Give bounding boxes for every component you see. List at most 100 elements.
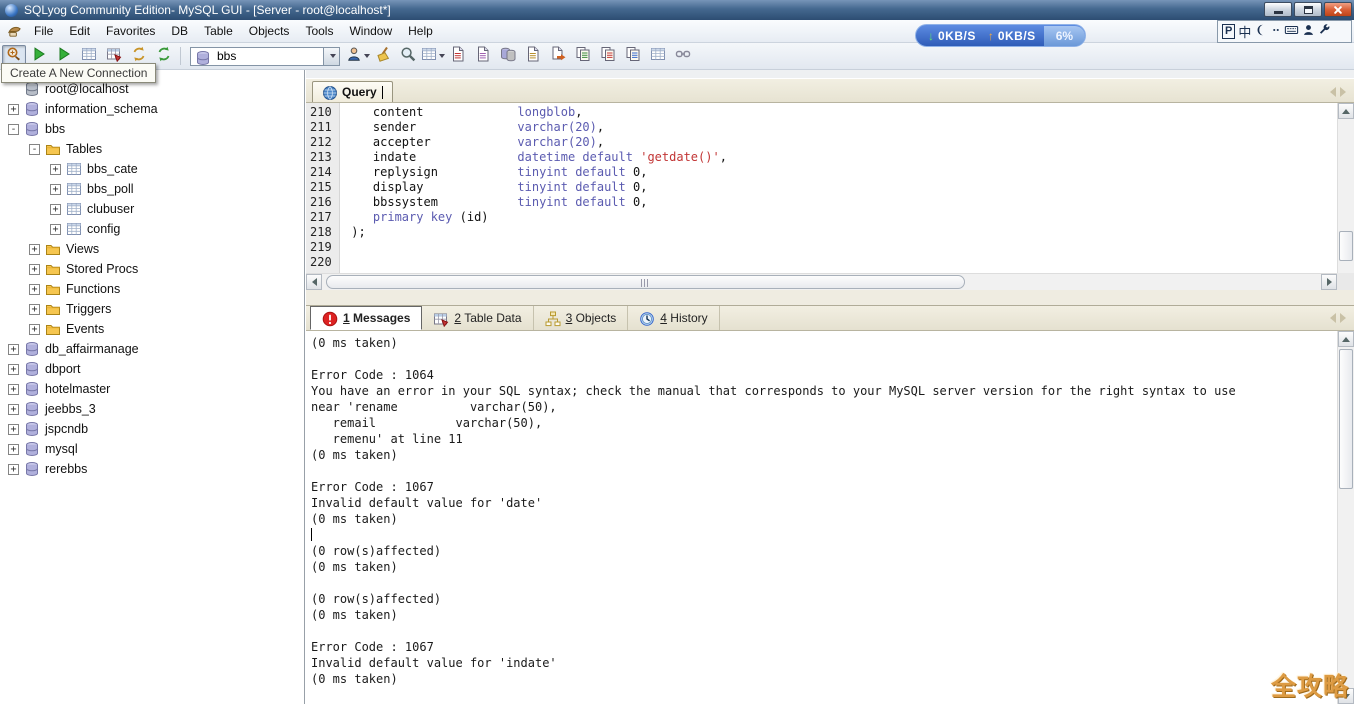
tree-item-events[interactable]: +Events — [0, 319, 304, 339]
expand-icon[interactable]: + — [29, 284, 40, 295]
tree-item-db-affairmanage[interactable]: +db_affairmanage — [0, 339, 304, 359]
schema-sync-button[interactable] — [546, 45, 570, 67]
expand-icon[interactable]: + — [50, 164, 61, 175]
messages-output[interactable]: (0 ms taken)Error Code : 1064You have an… — [306, 331, 1337, 704]
minimize-button[interactable] — [1264, 2, 1292, 17]
tree-item-information-schema[interactable]: +information_schema — [0, 99, 304, 119]
tree-item-bbs[interactable]: -bbs — [0, 119, 304, 139]
tree-item-dbport[interactable]: +dbport — [0, 359, 304, 379]
query-builder-button[interactable] — [396, 45, 420, 67]
wrench-icon[interactable] — [1318, 23, 1331, 40]
pinyin-indicator-icon[interactable]: P — [1222, 24, 1235, 39]
tab-history[interactable]: 4 History — [628, 306, 719, 330]
editor-hscroll-thumb[interactable] — [326, 275, 965, 289]
menu-favorites[interactable]: Favorites — [98, 21, 163, 41]
scroll-left-button[interactable] — [306, 274, 322, 290]
expand-icon[interactable]: + — [29, 244, 40, 255]
foreign-key-relations-button[interactable] — [671, 45, 695, 67]
tree-item-jspcndb[interactable]: +jspcndb — [0, 419, 304, 439]
expand-icon[interactable]: + — [50, 224, 61, 235]
expand-icon[interactable]: + — [8, 384, 19, 395]
expand-icon[interactable]: + — [8, 344, 19, 355]
messages-vscroll-thumb[interactable] — [1339, 349, 1353, 489]
maximize-button[interactable] — [1294, 2, 1322, 17]
menu-edit[interactable]: Edit — [61, 21, 98, 41]
menu-db[interactable]: DB — [163, 21, 196, 41]
scroll-result-tabs-left-icon[interactable] — [1330, 313, 1336, 323]
tree-item-stored-procs[interactable]: +Stored Procs — [0, 259, 304, 279]
tree-item-bbs-cate[interactable]: +bbs_cate — [0, 159, 304, 179]
tab-scroll-arrows[interactable] — [1330, 87, 1346, 97]
tree-item-clubuser[interactable]: +clubuser — [0, 199, 304, 219]
soft-keyboard-icon[interactable] — [1284, 23, 1299, 40]
object-browser-tree[interactable]: root@localhost+information_schema-bbs-Ta… — [0, 70, 305, 704]
backup-database-button[interactable] — [521, 45, 545, 67]
expand-icon[interactable]: + — [29, 304, 40, 315]
scroll-right-button[interactable] — [1321, 274, 1337, 290]
tree-item-tables[interactable]: -Tables — [0, 139, 304, 159]
tree-item-triggers[interactable]: +Triggers — [0, 299, 304, 319]
editor-horizontal-scrollbar[interactable] — [306, 273, 1337, 290]
messages-vertical-scrollbar[interactable] — [1337, 331, 1354, 704]
user-icon[interactable] — [1302, 23, 1315, 40]
copy-database-button[interactable] — [496, 45, 520, 67]
tab-table-data[interactable]: 2 Table Data — [422, 306, 533, 330]
collapse-icon[interactable]: - — [29, 144, 40, 155]
flush-tools-button[interactable] — [371, 45, 395, 67]
tree-item-functions[interactable]: +Functions — [0, 279, 304, 299]
expand-icon[interactable]: + — [8, 464, 19, 475]
tree-item-jeebbs-3[interactable]: +jeebbs_3 — [0, 399, 304, 419]
result-grid-button[interactable] — [646, 45, 670, 67]
expand-icon[interactable]: + — [8, 424, 19, 435]
expand-icon[interactable]: + — [8, 364, 19, 375]
tree-item-rerebbs[interactable]: +rerebbs — [0, 459, 304, 479]
tab-query[interactable]: Query — [312, 81, 393, 102]
close-button[interactable] — [1324, 2, 1352, 17]
tree-item-hotelmaster[interactable]: +hotelmaster — [0, 379, 304, 399]
scroll-tabs-right-icon[interactable] — [1340, 87, 1346, 97]
combo-dropdown-button[interactable] — [323, 48, 339, 65]
network-speed-widget[interactable]: ↓ 0KB/S ↑ 0KB/S 6% — [915, 24, 1086, 47]
horizontal-splitter[interactable] — [306, 290, 1354, 305]
result-tab-scroll-arrows[interactable] — [1330, 313, 1346, 323]
scroll-up-button[interactable] — [1338, 103, 1354, 119]
tree-item-config[interactable]: +config — [0, 219, 304, 239]
sql-editor[interactable]: 210 content longblob,211 sender varchar(… — [306, 103, 1337, 273]
menu-file[interactable]: File — [26, 21, 61, 41]
messages-scroll-up-button[interactable] — [1338, 331, 1354, 347]
tree-item-views[interactable]: +Views — [0, 239, 304, 259]
moon-icon[interactable] — [1254, 23, 1268, 40]
menu-table[interactable]: Table — [196, 21, 241, 41]
expand-icon[interactable]: + — [29, 324, 40, 335]
menu-help[interactable]: Help — [400, 21, 441, 41]
tree-item-mysql[interactable]: +mysql — [0, 439, 304, 459]
import-external-data-button[interactable] — [621, 45, 645, 67]
input-method-bar[interactable]: P 中 — [1217, 20, 1352, 43]
open-sql-file-button[interactable] — [471, 45, 495, 67]
editor-vertical-scrollbar[interactable] — [1337, 103, 1354, 290]
menu-tools[interactable]: Tools — [297, 21, 341, 41]
editor-vscroll-thumb[interactable] — [1339, 231, 1353, 261]
expand-icon[interactable]: + — [8, 444, 19, 455]
expand-icon[interactable]: + — [50, 184, 61, 195]
export-table-button[interactable] — [596, 45, 620, 67]
schema-designer-button[interactable] — [421, 45, 445, 67]
import-sql-button[interactable] — [446, 45, 470, 67]
app-icon — [5, 4, 18, 17]
scroll-tabs-left-icon[interactable] — [1330, 87, 1336, 97]
copy-table-button[interactable] — [571, 45, 595, 67]
menu-window[interactable]: Window — [341, 21, 400, 41]
expand-icon[interactable]: + — [50, 204, 61, 215]
tab-objects[interactable]: 3 Objects — [534, 306, 629, 330]
expand-icon[interactable]: + — [29, 264, 40, 275]
user-manager-button[interactable] — [346, 45, 370, 67]
tab-messages[interactable]: 1 Messages — [310, 306, 422, 330]
menu-objects[interactable]: Objects — [241, 21, 298, 41]
database-selector[interactable]: bbs — [190, 47, 340, 66]
scroll-result-tabs-right-icon[interactable] — [1340, 313, 1346, 323]
tree-item-bbs-poll[interactable]: +bbs_poll — [0, 179, 304, 199]
expand-icon[interactable]: + — [8, 104, 19, 115]
chinese-mode-icon[interactable]: 中 — [1238, 22, 1251, 41]
expand-icon[interactable]: + — [8, 404, 19, 415]
collapse-icon[interactable]: - — [8, 124, 19, 135]
